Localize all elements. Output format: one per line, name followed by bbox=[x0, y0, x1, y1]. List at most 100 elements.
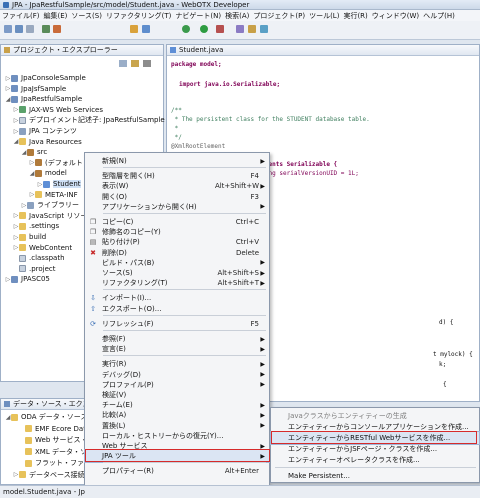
project-icon bbox=[11, 95, 18, 103]
tree-item[interactable]: ▷ (デフォルト bbox=[29, 158, 83, 168]
context-menu-item[interactable]: 宣言(E) ▶ bbox=[85, 343, 269, 355]
new-icon[interactable] bbox=[4, 25, 12, 33]
paste-icon: ▤ bbox=[89, 238, 97, 247]
menu-separator bbox=[103, 213, 266, 214]
external-tools-icon[interactable] bbox=[216, 25, 224, 33]
context-menu-item[interactable]: リファクタリング(T) Alt+Shift+T ▶ bbox=[85, 277, 269, 289]
tree-item[interactable]: ▷ JpaJsfSample bbox=[5, 84, 67, 94]
package-icon bbox=[35, 159, 42, 167]
tree-item-label: JPA コンテンツ bbox=[29, 127, 77, 135]
tree-item-label: src bbox=[37, 148, 48, 157]
submenu-item[interactable]: Make Persistent... bbox=[271, 470, 479, 482]
tree-item[interactable]: ◢ Java Resources bbox=[13, 137, 82, 147]
tree-item-label: JPASC05 bbox=[21, 275, 50, 284]
editor-tab[interactable]: Student.java bbox=[179, 46, 223, 54]
new-java-icon[interactable] bbox=[130, 25, 138, 33]
open-type-icon[interactable] bbox=[236, 25, 244, 33]
context-menu-label: リファクタリング(T) bbox=[102, 279, 168, 288]
menu-item[interactable]: リファクタリング(T) bbox=[106, 11, 171, 21]
menu-item[interactable]: プロジェクト(P) bbox=[253, 11, 305, 21]
tree-item[interactable]: ▷ JpaConsoleSample bbox=[5, 73, 86, 83]
menu-item[interactable]: 検索(A) bbox=[225, 11, 249, 21]
source-folder-icon bbox=[27, 148, 34, 156]
context-menu-item[interactable]: プロパティー(R) Alt+Enter bbox=[85, 465, 269, 477]
deploy-icon[interactable] bbox=[53, 25, 61, 33]
copy-icon: ❐ bbox=[89, 228, 97, 237]
descriptor-icon bbox=[19, 116, 26, 124]
file-icon bbox=[19, 254, 26, 262]
app-icon bbox=[3, 1, 9, 8]
new-class-icon[interactable] bbox=[142, 25, 150, 33]
datasource-item[interactable]: ◢ ODA データ・ソース bbox=[5, 412, 88, 422]
jpa-tools-submenu: Javaクラスからエンティティーの生成 エンティティーからコンソールアプリケーショ… bbox=[270, 407, 480, 483]
shortcut-label: Ctrl+C bbox=[235, 218, 259, 226]
menu-item[interactable]: ソース(S) bbox=[71, 11, 102, 21]
tree-item[interactable]: ◢ src bbox=[21, 147, 48, 157]
submenu-arrow-icon: ▶ bbox=[260, 182, 265, 190]
context-menu-item[interactable]: ⟳ リフレッシュ(F) F5 bbox=[85, 318, 269, 330]
tree-item[interactable]: ▷ ライブラリー bbox=[21, 200, 79, 210]
open-folder-icon[interactable] bbox=[248, 25, 256, 33]
explorer-tab-icon bbox=[4, 47, 10, 53]
menu-item[interactable]: 実行(R) bbox=[343, 11, 367, 21]
tree-item-label: Student bbox=[53, 180, 81, 188]
tree-item[interactable]: ▷ Student bbox=[37, 179, 81, 189]
tree-item[interactable]: ▷ JPASC05 bbox=[5, 274, 50, 284]
link-editor-icon[interactable] bbox=[131, 60, 139, 67]
menu-item[interactable]: ファイル(F) bbox=[2, 11, 40, 21]
shortcut-label: Alt+Shift+S bbox=[217, 269, 259, 277]
print-icon[interactable] bbox=[26, 25, 34, 33]
debug-icon[interactable] bbox=[182, 25, 190, 33]
tree-item[interactable]: ▷ JavaScript リソー bbox=[13, 211, 88, 221]
menu-item[interactable]: 編集(E) bbox=[44, 11, 68, 21]
tree-item[interactable]: ▷ build bbox=[13, 232, 47, 242]
folder-icon bbox=[25, 425, 32, 432]
save-icon[interactable] bbox=[15, 25, 23, 33]
status-text: model.Student.java - Jp bbox=[3, 488, 85, 496]
submenu-label: Make Persistent... bbox=[288, 472, 350, 480]
datasource-item-label: ODA データ・ソース bbox=[21, 413, 88, 421]
submenu-item[interactable]: エンティティーオペレータクラスを作成... bbox=[271, 454, 479, 466]
menu-separator bbox=[103, 462, 266, 464]
tree-item[interactable]: ▷ META-INF bbox=[29, 190, 78, 200]
menu-item[interactable]: ツール(L) bbox=[309, 11, 339, 21]
toolbar bbox=[0, 21, 480, 40]
collapse-all-icon[interactable] bbox=[119, 60, 127, 67]
datasource-item[interactable]: XML データ・ソー bbox=[19, 447, 94, 457]
search-icon[interactable] bbox=[260, 25, 268, 33]
folder-icon bbox=[35, 191, 42, 199]
tree-item[interactable]: ▷ JAX-WS Web Services bbox=[13, 105, 103, 115]
datasource-item[interactable]: フラット・ファイ bbox=[19, 458, 91, 468]
tree-item[interactable]: .classpath bbox=[13, 253, 65, 263]
project-explorer-tab[interactable]: プロジェクト・エクスプローラー bbox=[13, 45, 118, 55]
submenu-arrow-icon: ▶ bbox=[260, 422, 265, 430]
menu-item[interactable]: ナビゲート(N) bbox=[175, 11, 221, 21]
menu-item[interactable]: ウィンドウ(W) bbox=[372, 11, 419, 21]
tree-item[interactable]: ▷ JPA コンテンツ bbox=[13, 126, 77, 136]
tree-item[interactable]: .project bbox=[13, 264, 56, 274]
import-icon: ⇩ bbox=[90, 294, 96, 303]
context-menu-item[interactable]: ⇧ エクスポート(O)... bbox=[85, 303, 269, 315]
tree-item[interactable]: ▷ .settings bbox=[13, 221, 59, 231]
menu-item[interactable]: ヘルプ(H) bbox=[423, 11, 455, 21]
tree-item[interactable]: ◢ model bbox=[29, 168, 67, 178]
datasource-item[interactable]: ▷ データベース接続 bbox=[13, 470, 85, 480]
shortcut-label: Alt+Shift+W bbox=[214, 182, 259, 191]
folder-icon bbox=[25, 459, 32, 467]
tree-item[interactable]: ▷ デプロイメント記述子: JpaRestfulSample bbox=[13, 115, 165, 125]
submenu-arrow-icon: ▶ bbox=[260, 203, 265, 211]
tree-item[interactable]: ◢ JpaRestfulSample bbox=[5, 94, 82, 104]
menu-separator bbox=[103, 355, 266, 357]
project-explorer-header: プロジェクト・エクスプローラー bbox=[1, 45, 163, 56]
code-line: * bbox=[171, 125, 179, 132]
view-menu-icon[interactable] bbox=[143, 60, 151, 67]
tree-item-label: Java Resources bbox=[29, 137, 82, 146]
context-menu-item[interactable]: 新規(N) ▶ bbox=[85, 155, 269, 167]
highlight-box bbox=[85, 449, 270, 463]
run-icon[interactable] bbox=[200, 25, 208, 33]
context-menu-item[interactable]: アプリケーションから開く(H) ▶ bbox=[85, 201, 269, 213]
tree-item[interactable]: ▷ WebContent bbox=[13, 243, 72, 253]
context-menu-label: 新規(N) bbox=[102, 157, 127, 165]
server-icon[interactable] bbox=[42, 25, 50, 33]
folder-icon bbox=[19, 222, 26, 230]
